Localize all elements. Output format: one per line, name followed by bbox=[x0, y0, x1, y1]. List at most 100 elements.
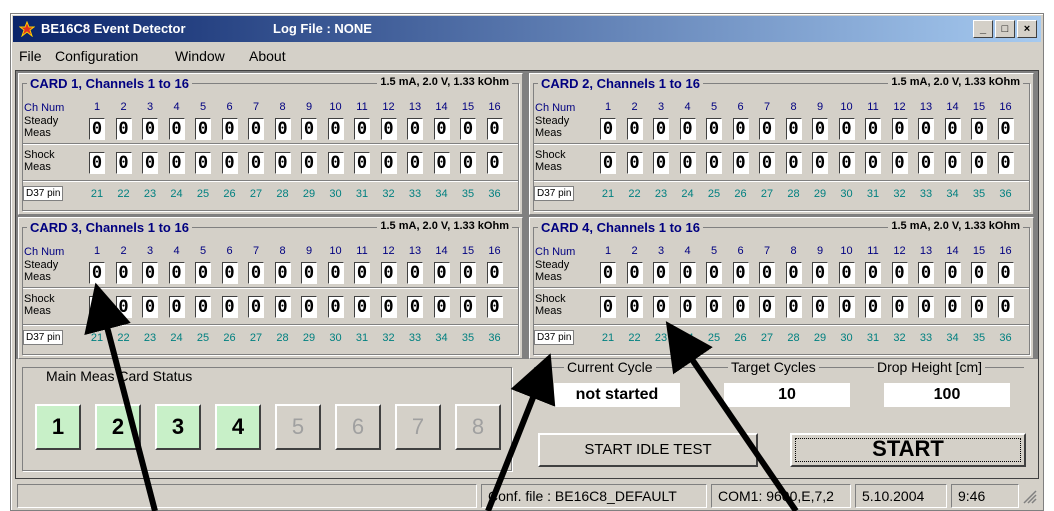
channel-number: 9 bbox=[816, 101, 824, 113]
channel-number: 13 bbox=[408, 101, 422, 113]
pin-number: 25 bbox=[707, 332, 721, 344]
title-bar[interactable]: BE16C8 Event Detector Log File : NONE _ … bbox=[13, 16, 1041, 42]
shock-meas-value: 0 bbox=[600, 296, 616, 318]
shock-meas-value: 0 bbox=[865, 296, 881, 318]
steady-meas-value: 0 bbox=[626, 262, 643, 284]
card-status-button-3[interactable]: 3 bbox=[155, 404, 201, 450]
row-separator bbox=[534, 287, 1029, 289]
menu-bar: File Configuration Window About bbox=[13, 44, 1041, 66]
channel-number: 13 bbox=[919, 245, 933, 257]
start-button[interactable]: START bbox=[790, 433, 1026, 467]
shock-meas-value: 0 bbox=[759, 296, 775, 318]
shock-meas-value: 0 bbox=[891, 296, 908, 318]
shock-meas-value: 0 bbox=[301, 296, 317, 318]
channel-number: 3 bbox=[146, 245, 154, 257]
cycle-fields: Current Cycle Target Cycles Drop Height … bbox=[528, 359, 1032, 419]
shock-meas-value: 0 bbox=[997, 296, 1014, 318]
steady-label: Steady bbox=[535, 259, 570, 271]
shock-meas-value: 0 bbox=[327, 152, 344, 174]
pin-number: 34 bbox=[946, 188, 959, 200]
channel-number: 8 bbox=[279, 245, 286, 257]
menu-configuration[interactable]: Configuration bbox=[55, 48, 138, 64]
channel-number: 4 bbox=[173, 101, 180, 113]
pin-number: 26 bbox=[223, 188, 236, 200]
target-cycles-field[interactable]: 10 bbox=[724, 383, 850, 407]
steady-meas-value: 0 bbox=[785, 262, 802, 284]
row-separator bbox=[534, 180, 1029, 182]
shock-meas-value: 0 bbox=[865, 152, 881, 174]
pin-number: 22 bbox=[628, 332, 641, 344]
steady-meas-value: 0 bbox=[274, 118, 291, 140]
steady-meas-value: 0 bbox=[89, 262, 105, 284]
status-com-port: COM1: 9600,E,7,2 bbox=[711, 484, 851, 508]
shock-label: Shock bbox=[24, 149, 55, 161]
card-status-button-7[interactable]: 7 bbox=[395, 404, 441, 450]
pin-number: 36 bbox=[488, 188, 501, 200]
start-idle-test-button[interactable]: START IDLE TEST bbox=[538, 433, 758, 467]
pin-number: 25 bbox=[707, 188, 721, 200]
steady-meas-value: 0 bbox=[838, 262, 855, 284]
d37-pin-label: D37 pin bbox=[534, 186, 575, 201]
card-title: CARD 1, Channels 1 to 16 bbox=[27, 76, 192, 91]
menu-file[interactable]: File bbox=[19, 48, 42, 64]
menu-about[interactable]: About bbox=[249, 48, 286, 64]
channel-number: 7 bbox=[252, 101, 260, 113]
steady-meas-value: 0 bbox=[997, 118, 1014, 140]
card-status-button-8[interactable]: 8 bbox=[455, 404, 501, 450]
channel-number: 11 bbox=[867, 245, 879, 257]
card-status-button-5[interactable]: 5 bbox=[275, 404, 321, 450]
card-panel-3: CARD 3, Channels 1 to 16 1.5 mA, 2.0 V, 1… bbox=[18, 217, 523, 359]
shock-meas-value: 0 bbox=[274, 152, 291, 174]
steady-label-meas: Meas bbox=[24, 271, 51, 283]
card-status-button-4[interactable]: 4 bbox=[215, 404, 261, 450]
minimize-button[interactable]: _ bbox=[973, 20, 993, 38]
channel-number: 12 bbox=[382, 245, 395, 257]
pin-number: 36 bbox=[999, 332, 1012, 344]
shock-meas-value: 0 bbox=[785, 152, 802, 174]
shock-meas-value: 0 bbox=[380, 296, 397, 318]
steady-meas-value: 0 bbox=[327, 118, 344, 140]
channel-number: 6 bbox=[226, 101, 233, 113]
pin-number: 33 bbox=[408, 188, 422, 200]
channel-number: 8 bbox=[279, 101, 286, 113]
channel-number: 6 bbox=[226, 245, 233, 257]
channel-number: 1 bbox=[604, 101, 612, 113]
shock-meas-value: 0 bbox=[168, 296, 185, 318]
card-status-button-6[interactable]: 6 bbox=[335, 404, 381, 450]
steady-meas-value: 0 bbox=[301, 262, 317, 284]
card-status-title: Main Meas Card Status bbox=[43, 368, 196, 384]
row-separator bbox=[23, 324, 518, 326]
card-params: 1.5 mA, 2.0 V, 1.33 kOhm bbox=[377, 76, 512, 88]
shock-meas-value: 0 bbox=[327, 296, 344, 318]
channel-number: 10 bbox=[840, 101, 853, 113]
shock-meas-value: 0 bbox=[626, 296, 643, 318]
card-status-button-1[interactable]: 1 bbox=[35, 404, 81, 450]
channel-number: 2 bbox=[631, 101, 638, 113]
pin-number: 34 bbox=[435, 332, 448, 344]
pin-number: 32 bbox=[382, 188, 395, 200]
shock-meas-value: 0 bbox=[891, 152, 908, 174]
pin-number: 34 bbox=[435, 188, 448, 200]
maximize-button[interactable]: □ bbox=[995, 20, 1015, 38]
card-status-button-2[interactable]: 2 bbox=[95, 404, 141, 450]
steady-meas-value: 0 bbox=[274, 262, 291, 284]
pin-number: 23 bbox=[654, 188, 668, 200]
resize-grip-icon[interactable] bbox=[1023, 490, 1037, 504]
steady-meas-value: 0 bbox=[759, 118, 775, 140]
steady-meas-value: 0 bbox=[759, 262, 775, 284]
pin-number: 31 bbox=[355, 188, 369, 200]
shock-meas-value: 0 bbox=[706, 152, 722, 174]
d37-pin-label: D37 pin bbox=[23, 330, 64, 345]
shock-meas-value: 0 bbox=[248, 296, 264, 318]
menu-window[interactable]: Window bbox=[175, 48, 225, 64]
steady-meas-value: 0 bbox=[838, 118, 855, 140]
drop-height-field[interactable]: 100 bbox=[884, 383, 1010, 407]
window-title: BE16C8 Event Detector bbox=[41, 21, 186, 36]
steady-meas-value: 0 bbox=[248, 118, 264, 140]
pin-number: 31 bbox=[355, 332, 369, 344]
channel-number: 14 bbox=[435, 101, 448, 113]
close-button[interactable]: × bbox=[1017, 20, 1037, 38]
pin-number: 26 bbox=[734, 332, 747, 344]
pin-number: 35 bbox=[461, 332, 475, 344]
steady-meas-value: 0 bbox=[168, 262, 185, 284]
